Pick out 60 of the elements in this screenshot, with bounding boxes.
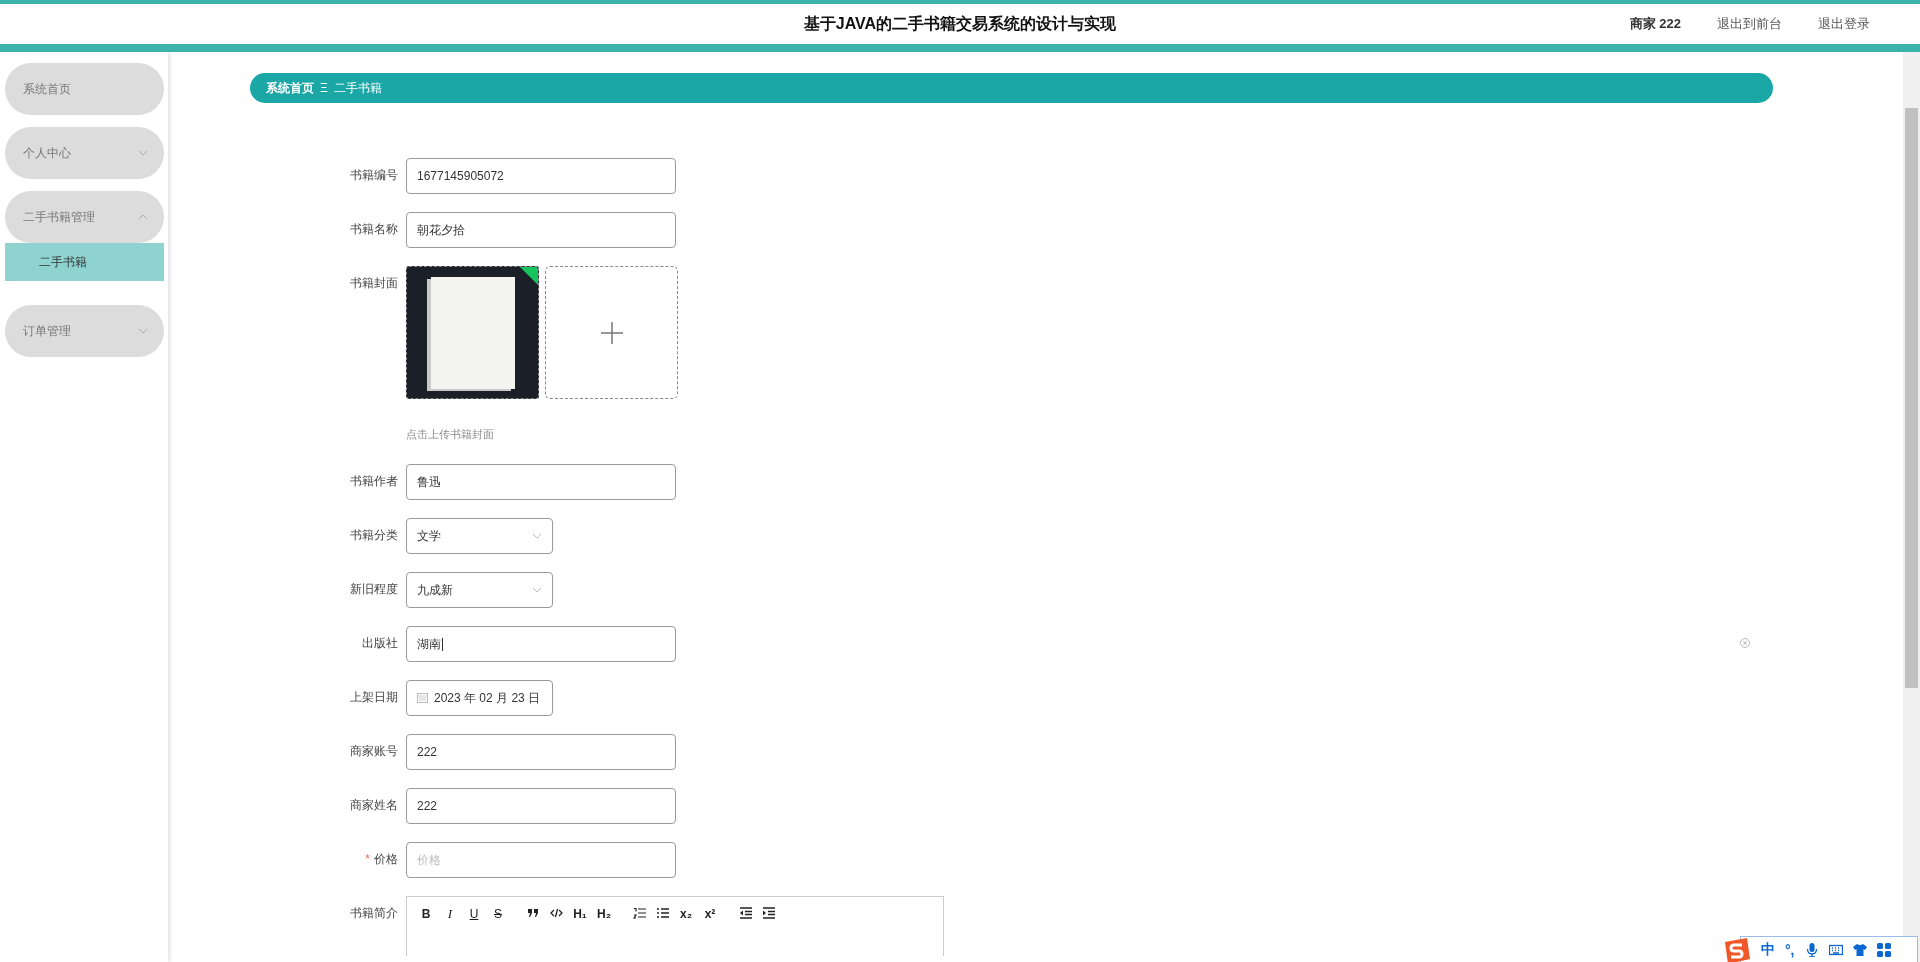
ime-mode[interactable]: 中 xyxy=(1761,940,1775,959)
header-link[interactable]: 退出登录 xyxy=(1818,15,1870,33)
sidebar-item[interactable]: 二手书籍管理 xyxy=(5,191,164,243)
chevron-icon xyxy=(138,328,148,334)
toolbar-button[interactable]: B xyxy=(419,907,433,921)
field-label: 出版社 xyxy=(361,635,399,652)
input-field[interactable]: 222 xyxy=(406,734,676,770)
chevron-icon xyxy=(138,150,148,156)
plus-icon xyxy=(600,321,623,344)
chevron-icon xyxy=(532,587,542,593)
input-field[interactable]: 湖南 xyxy=(406,626,676,662)
field-label: 价格 xyxy=(374,852,398,866)
chevron-icon xyxy=(532,533,542,539)
input-field[interactable]: 222 xyxy=(406,788,676,824)
field-label: 书籍作者 xyxy=(349,473,399,490)
toolbar-button[interactable]: H₂ xyxy=(597,907,611,921)
field-label: 新旧程度 xyxy=(349,581,399,598)
field-label: 书籍分类 xyxy=(349,527,399,544)
microphone-icon[interactable] xyxy=(1804,942,1819,957)
field-label: 商家账号 xyxy=(349,743,399,760)
toolbar-button[interactable]: x² xyxy=(703,907,717,921)
outdent-icon[interactable] xyxy=(739,907,752,919)
date-field[interactable]: 2023 年 02 月 23 日 xyxy=(406,680,553,716)
app-title: 基于JAVA的二手书籍交易系统的设计与实现 xyxy=(803,13,1117,34)
sidebar-item[interactable]: 订单管理 xyxy=(5,305,164,357)
input-field[interactable]: 朝花夕拾 xyxy=(406,212,676,248)
required-mark: * xyxy=(365,852,370,866)
header-link[interactable]: 退出到前台 xyxy=(1717,15,1782,33)
input-field[interactable]: 鲁迅 xyxy=(406,464,676,500)
field-label: 书籍编号 xyxy=(349,167,399,184)
toolbar-button[interactable]: H₁ xyxy=(573,907,587,921)
select-field[interactable]: 九成新 xyxy=(406,572,553,608)
code-icon[interactable] xyxy=(550,907,563,919)
keyboard-icon[interactable] xyxy=(1828,942,1843,957)
input-field[interactable]: 1677145905072 xyxy=(406,158,676,194)
user-label: 商家 222 xyxy=(1629,15,1681,33)
ordered-list-icon[interactable] xyxy=(633,907,646,919)
grid-icon[interactable] xyxy=(1876,942,1891,957)
upload-hint: 点击上传书籍封面 xyxy=(406,427,495,442)
field-label: 上架日期 xyxy=(349,689,399,706)
toolbar-button[interactable]: I xyxy=(443,907,457,921)
field-label: 书籍名称 xyxy=(349,221,399,238)
chevron-icon xyxy=(138,214,148,220)
toolbar-button[interactable]: S xyxy=(491,907,505,921)
shirt-icon[interactable] xyxy=(1852,942,1867,957)
field-label: 商家姓名 xyxy=(349,797,399,814)
breadcrumb-separator: Ξ xyxy=(320,81,328,95)
calendar-icon xyxy=(417,693,428,703)
indent-icon[interactable] xyxy=(762,907,775,919)
scrollbar[interactable] xyxy=(1903,52,1920,962)
select-field[interactable]: 文学 xyxy=(406,518,553,554)
bullet-list-icon[interactable] xyxy=(656,907,669,919)
toolbar-button[interactable]: x₂ xyxy=(679,907,693,921)
quote-icon[interactable] xyxy=(527,907,540,919)
toolbar-button[interactable]: U xyxy=(467,907,481,921)
ime-punctuation[interactable]: °, xyxy=(1785,941,1795,958)
sidebar-subitem[interactable]: 二手书籍 xyxy=(5,243,164,281)
rich-text-editor[interactable]: B I U S H₁ H₂ x₂ x² xyxy=(406,896,944,956)
field-label: 书籍简介 xyxy=(349,905,399,922)
field-label: 书籍封面 xyxy=(349,275,399,292)
